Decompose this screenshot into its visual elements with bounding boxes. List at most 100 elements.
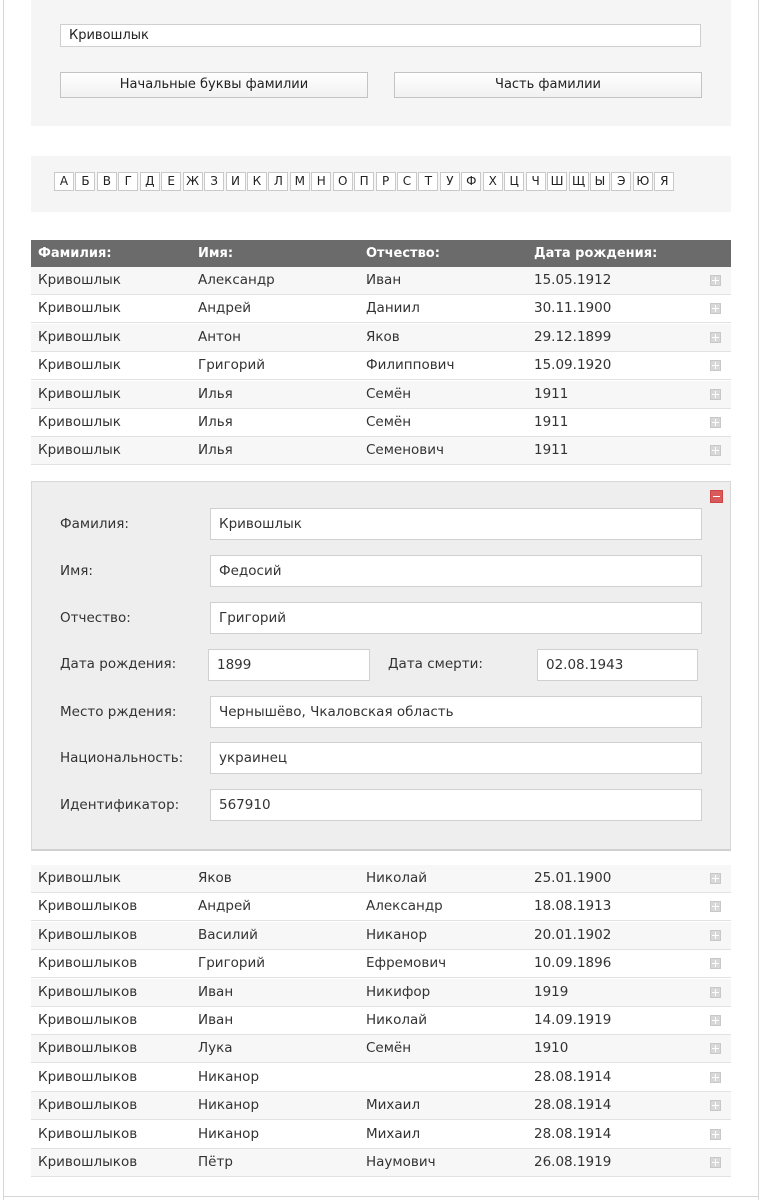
- expand-plus-icon[interactable]: [710, 303, 721, 315]
- expand-plus-icon[interactable]: [710, 1015, 721, 1026]
- cell-surname: Кривошлыков: [38, 955, 138, 972]
- cell-surname: Кривошлыков: [38, 1012, 138, 1028]
- alphabet-letter-button[interactable]: П: [354, 172, 375, 191]
- cell-patronymic: Яков: [366, 328, 400, 345]
- expand-plus-icon[interactable]: [710, 986, 721, 998]
- table-row[interactable]: Кривошлык Александр Иван 15.05.1912: [31, 267, 731, 295]
- detail-nationality-field[interactable]: украинец: [210, 742, 702, 774]
- alphabet-letter-button[interactable]: О: [332, 172, 353, 191]
- table-row[interactable]: Кривошлыков Лука Семён 1910: [31, 1035, 731, 1064]
- cell-birth-date: 26.08.1919: [534, 1154, 612, 1170]
- alphabet-letter-button[interactable]: З: [204, 172, 225, 191]
- alphabet-letter-button[interactable]: В: [96, 172, 117, 191]
- table-row[interactable]: Кривошлыков Пётр Наумович 26.08.1919: [31, 1149, 731, 1177]
- cell-patronymic: Филиппович: [366, 357, 455, 374]
- detail-birthplace-field[interactable]: Чернышёво, Чкаловская область: [210, 696, 702, 728]
- table-row[interactable]: Кривошлыков Василий Никанор 20.01.1902: [31, 921, 731, 950]
- table-row[interactable]: Кривошлыков Андрей Александр 18.08.1913: [31, 893, 731, 922]
- expand-plus-icon[interactable]: [710, 1071, 721, 1083]
- alphabet-letter-button[interactable]: Г: [118, 172, 139, 191]
- alphabet-letter-button[interactable]: У: [439, 172, 460, 191]
- table-row[interactable]: Кривошлык Андрей Даниил 30.11.1900: [31, 295, 731, 324]
- cell-surname: Кривошлыков: [38, 1125, 138, 1142]
- detail-patronymic-label: Отчество:: [60, 610, 131, 626]
- table-row[interactable]: Кривошлык Илья Семён 1911: [31, 409, 731, 437]
- alphabet-letter-button[interactable]: Я: [654, 172, 675, 191]
- alphabet-letter-button[interactable]: Ы: [589, 172, 610, 191]
- expand-plus-icon[interactable]: [710, 388, 721, 400]
- collapse-minus-icon[interactable]: [710, 490, 723, 503]
- cell-name: Яков: [198, 870, 232, 886]
- expand-plus-icon[interactable]: [710, 901, 721, 913]
- alphabet-letter-button[interactable]: Э: [611, 172, 632, 191]
- alphabet-letter-button[interactable]: Ц: [504, 172, 525, 191]
- table-row[interactable]: Кривошлык Илья Семён 1911: [31, 380, 731, 409]
- alphabet-letter-button[interactable]: Ф: [461, 172, 482, 191]
- alphabet-letter-button[interactable]: М: [289, 172, 310, 191]
- surname-search-input[interactable]: Кривошлык: [60, 24, 701, 47]
- alphabet-letter-button[interactable]: Р: [375, 172, 396, 191]
- expand-plus-icon[interactable]: [710, 445, 721, 457]
- table-row[interactable]: Кривошлыков Никанор 28.08.1914: [31, 1063, 731, 1092]
- alphabet-letter-button[interactable]: Б: [75, 172, 96, 191]
- cell-name: Лука: [198, 1040, 233, 1057]
- expand-plus-icon[interactable]: [710, 1157, 721, 1168]
- table-row[interactable]: Кривошлык Илья Семенович 1911: [31, 437, 731, 466]
- search-initials-button[interactable]: Начальные буквы фамилии: [60, 72, 368, 98]
- alphabet-letter-button[interactable]: Н: [311, 172, 332, 191]
- alphabet-letter-button[interactable]: К: [246, 172, 267, 191]
- alphabet-letter-button[interactable]: Е: [161, 172, 182, 191]
- detail-name-field[interactable]: Федосий: [210, 555, 702, 587]
- cell-surname: Кривошлык: [38, 870, 121, 886]
- expand-plus-icon[interactable]: [710, 275, 721, 286]
- cell-birth-date: 28.08.1914: [534, 1125, 612, 1142]
- expand-plus-icon[interactable]: [710, 958, 721, 970]
- alphabet-letter-button[interactable]: Ш: [547, 172, 568, 191]
- alphabet-letter-button[interactable]: Щ: [568, 172, 589, 191]
- table-row[interactable]: Кривошлыков Иван Никифор 1919: [31, 978, 731, 1007]
- alphabet-letter-button[interactable]: Ю: [632, 172, 653, 191]
- alphabet-letter-button[interactable]: Ж: [182, 172, 203, 191]
- expand-plus-icon[interactable]: [710, 929, 721, 941]
- detail-surname-field[interactable]: Кривошлык: [210, 508, 702, 540]
- cell-birth-date: 1910: [534, 1040, 569, 1057]
- cell-name: Григорий: [198, 357, 266, 374]
- alphabet-letter-button[interactable]: Х: [482, 172, 503, 191]
- table-row[interactable]: Кривошлыков Иван Николай 14.09.1919: [31, 1007, 731, 1035]
- expand-plus-icon[interactable]: [710, 873, 721, 884]
- detail-nationality-label: Национальность:: [60, 750, 184, 766]
- expand-plus-icon[interactable]: [710, 1043, 721, 1055]
- search-part-button[interactable]: Часть фамилии: [394, 72, 702, 98]
- table-row[interactable]: Кривошлык Яков Николай 25.01.1900: [31, 865, 731, 893]
- alphabet-letter-button[interactable]: И: [225, 172, 246, 191]
- alphabet-letter-button[interactable]: Д: [139, 172, 160, 191]
- table-row[interactable]: Кривошлык Антон Яков 29.12.1899: [31, 323, 731, 352]
- expand-plus-icon[interactable]: [710, 417, 721, 428]
- cell-name: Григорий: [198, 955, 266, 972]
- table-row[interactable]: Кривошлыков Никанор Михаил 28.08.1914: [31, 1092, 731, 1121]
- cell-surname: Кривошлыков: [38, 898, 138, 915]
- cell-patronymic: Даниил: [366, 300, 420, 317]
- detail-death-label: Дата смерти:: [388, 656, 483, 672]
- table-row[interactable]: Кривошлык Григорий Филиппович 15.09.1920: [31, 352, 731, 381]
- alphabet-letter-button[interactable]: А: [54, 172, 74, 191]
- expand-plus-icon[interactable]: [710, 1128, 721, 1140]
- detail-death-field[interactable]: 02.08.1943: [537, 649, 698, 681]
- table-row[interactable]: Кривошлыков Григорий Ефремович 10.09.1896: [31, 950, 731, 979]
- alphabet-letter-button[interactable]: Л: [268, 172, 289, 191]
- detail-birthplace-label: Место рждения:: [60, 704, 177, 720]
- alphabet-letter-button[interactable]: С: [397, 172, 417, 191]
- detail-id-field[interactable]: 567910: [210, 789, 702, 821]
- detail-patronymic-field[interactable]: Григорий: [210, 602, 702, 634]
- cell-patronymic: Михаил: [366, 1125, 421, 1142]
- cell-birth-date: 30.11.1900: [534, 300, 612, 317]
- expand-plus-icon[interactable]: [710, 360, 721, 372]
- table-row[interactable]: Кривошлыков Никанор Михаил 28.08.1914: [31, 1120, 731, 1149]
- expand-plus-icon[interactable]: [710, 331, 721, 343]
- detail-birth-label: Дата рождения:: [60, 656, 177, 672]
- alphabet-letter-button[interactable]: Т: [418, 172, 439, 191]
- detail-birth-field[interactable]: 1899: [208, 649, 370, 681]
- cell-patronymic: Николай: [366, 870, 428, 886]
- expand-plus-icon[interactable]: [710, 1100, 721, 1112]
- alphabet-letter-button[interactable]: Ч: [525, 172, 546, 191]
